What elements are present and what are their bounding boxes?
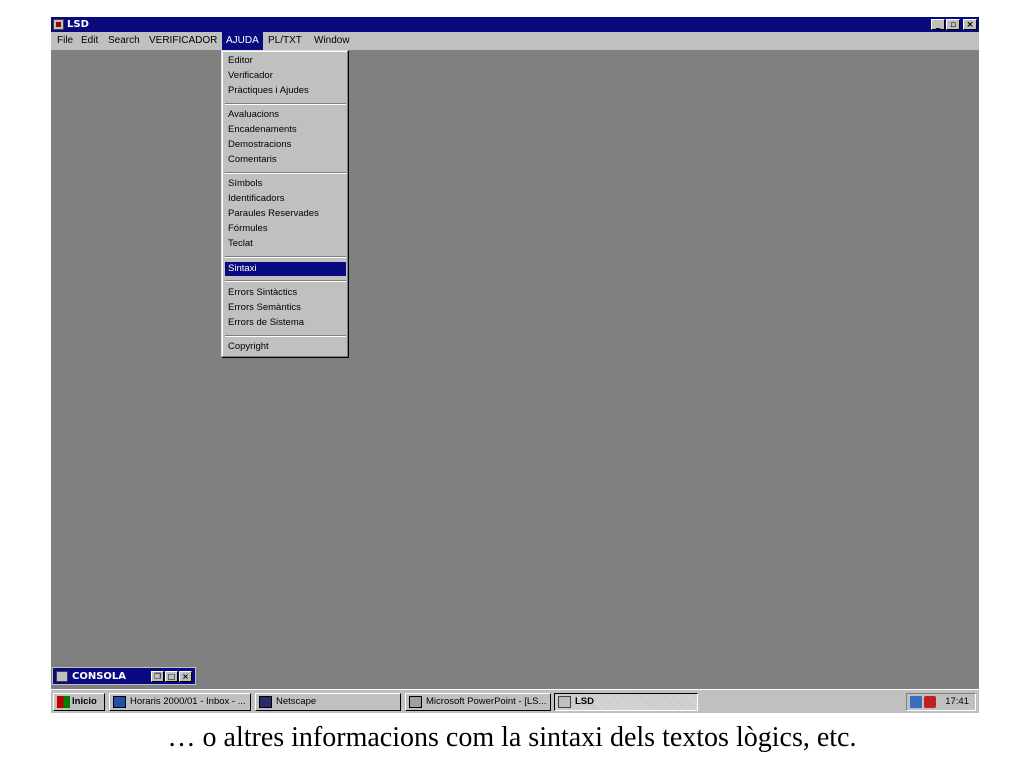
task-label: Microsoft PowerPoint - [LS... (426, 696, 547, 707)
taskbar: Inicio Horaris 2000/01 - Inbox - ... Net… (51, 689, 979, 713)
app-icon[interactable] (53, 19, 64, 30)
menu-window[interactable]: Window (310, 32, 354, 50)
lsd-app-icon (558, 696, 571, 708)
task-label: Horaris 2000/01 - Inbox - ... (130, 696, 246, 707)
menu-item-errors-sistema[interactable]: Errors de Sistema (225, 316, 346, 330)
menu-item-encadenaments[interactable]: Encadenaments (225, 123, 346, 137)
menu-item-comentaris[interactable]: Comentaris (225, 153, 346, 167)
menu-item-errors-semantics[interactable]: Errors Semàntics (225, 301, 346, 315)
slide-caption: … o altres informacions com la sintaxi d… (167, 722, 857, 753)
console-maximize-button[interactable]: □ (165, 671, 178, 682)
application-screen: LSD _ ▫ × File Edit Search VERIFICADOR A… (51, 17, 979, 713)
window-controls: _ ▫ × (930, 19, 977, 30)
netscape-icon (259, 696, 272, 708)
menu-file[interactable]: File (53, 32, 77, 50)
console-restore-button[interactable]: ❐ (151, 671, 164, 682)
minimize-button[interactable]: _ (931, 19, 945, 30)
console-icon (56, 671, 68, 682)
menu-edit[interactable]: Edit (77, 32, 102, 50)
menu-verificador[interactable]: VERIFICADOR (145, 32, 221, 50)
antivirus-icon[interactable] (924, 696, 936, 708)
outlook-icon (113, 696, 126, 708)
menu-item-verificador[interactable]: Verificador (225, 69, 346, 83)
close-button[interactable]: × (963, 19, 977, 30)
ajuda-dropdown-menu: Editor Verificador Pràctiques i Ajudes A… (221, 50, 349, 358)
console-close-button[interactable]: × (179, 671, 192, 682)
menu-item-practiques[interactable]: Pràctiques i Ajudes (225, 84, 346, 98)
menu-item-demostracions[interactable]: Demostracions (225, 138, 346, 152)
window-title: LSD (67, 19, 89, 30)
clock[interactable]: 17:41 (945, 694, 969, 710)
task-lsd[interactable]: LSD (554, 693, 698, 711)
menu-search[interactable]: Search (104, 32, 144, 50)
task-horaris[interactable]: Horaris 2000/01 - Inbox - ... (109, 693, 251, 711)
menu-item-paraules-reservades[interactable]: Paraules Reservades (225, 207, 346, 221)
task-powerpoint[interactable]: Microsoft PowerPoint - [LS... (405, 693, 551, 711)
console-controls: ❐ □ × (150, 671, 192, 682)
minimized-console-window[interactable]: CONSOLA ❐ □ × (52, 667, 196, 685)
network-icon[interactable] (910, 696, 922, 708)
menu-item-simbols[interactable]: Símbols (225, 177, 346, 191)
menu-pl-txt[interactable]: PL/TXT (264, 32, 306, 50)
powerpoint-icon (409, 696, 422, 708)
maximize-button[interactable]: ▫ (946, 19, 960, 30)
menu-separator (225, 335, 346, 337)
start-button[interactable]: Inicio (53, 693, 105, 711)
windows-logo-icon (57, 696, 70, 708)
menu-item-formules[interactable]: Fórmules (225, 222, 346, 236)
console-title: CONSOLA (72, 671, 127, 682)
menu-item-copyright[interactable]: Copyright (225, 340, 346, 354)
task-label: Netscape (276, 696, 317, 707)
menu-separator (225, 256, 346, 258)
start-label: Inicio (72, 696, 97, 707)
task-netscape[interactable]: Netscape (255, 693, 401, 711)
menu-item-errors-sintactics[interactable]: Errors Sintàctics (225, 286, 346, 300)
menu-separator (225, 103, 346, 105)
menu-item-sintaxi[interactable]: Sintaxi (225, 262, 346, 276)
menu-item-teclat[interactable]: Teclat (225, 237, 346, 251)
menu-item-editor[interactable]: Editor (225, 54, 346, 68)
menu-ajuda[interactable]: AJUDA (222, 32, 263, 50)
title-bar[interactable]: LSD _ ▫ × (51, 17, 979, 32)
task-label: LSD (575, 696, 594, 707)
menu-separator (225, 172, 346, 174)
menu-item-identificadors[interactable]: Identificadors (225, 192, 346, 206)
menu-separator (225, 280, 346, 282)
system-tray: 17:41 (906, 693, 976, 711)
menu-item-avaluacions[interactable]: Avaluacions (225, 108, 346, 122)
menu-bar: File Edit Search VERIFICADOR AJUDA PL/TX… (51, 32, 979, 50)
